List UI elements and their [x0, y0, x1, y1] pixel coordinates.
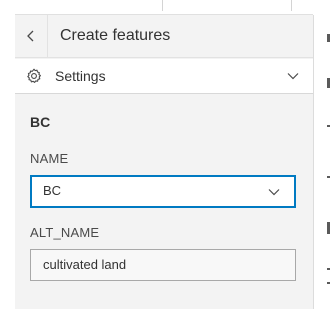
- top-strip: [15, 0, 313, 15]
- divider: [291, 0, 292, 11]
- name-select-value: BC: [43, 183, 62, 198]
- alt-name-input-value: cultivated land: [43, 257, 127, 272]
- alt-name-field-label: ALT_NAME: [30, 225, 100, 240]
- gear-icon: [27, 68, 41, 83]
- page: Create features Settings BC NAME BC ALT_…: [0, 0, 330, 309]
- panel-header: Create features: [15, 15, 313, 58]
- alt-name-input[interactable]: cultivated land: [30, 249, 296, 281]
- settings-label: Settings: [55, 68, 106, 84]
- chevron-left-icon: [27, 30, 34, 42]
- feature-title: BC: [30, 114, 51, 130]
- chevron-down-icon: [287, 73, 299, 80]
- name-select[interactable]: BC: [30, 175, 296, 208]
- adjacent-panel-edge: [314, 0, 330, 309]
- left-gutter: [0, 0, 15, 309]
- settings-toggle[interactable]: Settings: [15, 59, 313, 94]
- chevron-down-icon: [268, 189, 280, 196]
- name-field-label: NAME: [30, 151, 69, 166]
- divider: [162, 0, 163, 11]
- panel-title: Create features: [60, 27, 171, 44]
- back-button[interactable]: [15, 15, 48, 57]
- create-features-panel: Create features Settings BC NAME BC ALT_…: [15, 15, 314, 309]
